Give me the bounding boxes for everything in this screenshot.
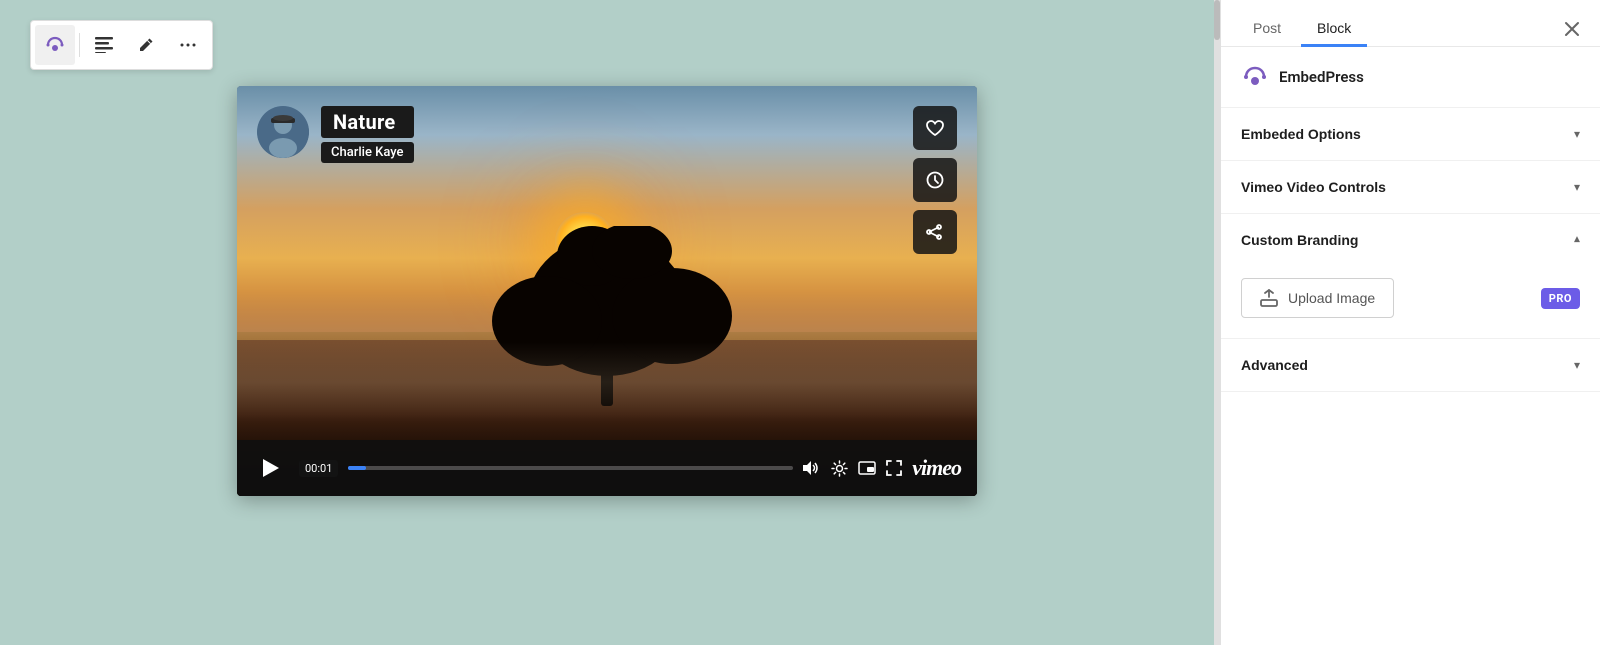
vimeo-controls-title: Vimeo Video Controls <box>1241 179 1386 195</box>
tabs-container: Post Block <box>1237 12 1367 46</box>
watch-later-button[interactable] <box>913 158 957 202</box>
video-embed: Nature Charlie Kaye <box>237 86 977 496</box>
block-toolbar <box>30 20 213 70</box>
advanced-section: Advanced ▾ <box>1221 339 1600 392</box>
upload-icon <box>1260 289 1278 307</box>
chevron-down-icon-3: ▾ <box>1574 358 1580 372</box>
block-tab[interactable]: Block <box>1301 12 1367 47</box>
vimeo-controls-toggle[interactable]: Vimeo Video Controls ▾ <box>1221 161 1600 213</box>
control-icons: vimeo <box>803 455 961 481</box>
video-info-overlay: Nature Charlie Kaye <box>257 106 414 163</box>
editor-area: Nature Charlie Kaye <box>0 0 1214 645</box>
align-button[interactable] <box>84 25 124 65</box>
close-button[interactable] <box>1560 17 1584 41</box>
ep-header: EmbedPress <box>1221 47 1600 108</box>
progress-fill <box>348 466 366 470</box>
fog-overlay <box>237 342 977 422</box>
pip-button[interactable] <box>858 461 876 475</box>
pro-badge: PRO <box>1541 288 1580 309</box>
toolbar-divider <box>79 33 80 57</box>
vimeo-logo: vimeo <box>912 455 961 481</box>
share-button[interactable] <box>913 210 957 254</box>
video-controls: 00:01 <box>237 440 977 496</box>
upload-image-label: Upload Image <box>1288 290 1375 306</box>
advanced-toggle[interactable]: Advanced ▾ <box>1221 339 1600 391</box>
vimeo-controls-section: Vimeo Video Controls ▾ <box>1221 161 1600 214</box>
embedpress-toolbar-icon[interactable] <box>35 25 75 65</box>
custom-branding-title: Custom Branding <box>1241 232 1358 248</box>
fullscreen-button[interactable] <box>886 460 902 476</box>
play-button[interactable] <box>253 450 289 486</box>
video-author: Charlie Kaye <box>321 142 414 163</box>
timestamp: 00:01 <box>299 460 338 477</box>
custom-branding-toggle[interactable]: Custom Branding ▾ <box>1221 214 1600 266</box>
sidebar-tabs: Post Block <box>1221 0 1600 47</box>
chevron-down-icon-2: ▾ <box>1574 180 1580 194</box>
advanced-title: Advanced <box>1241 357 1308 373</box>
upload-area: Upload Image PRO <box>1241 278 1580 318</box>
chevron-up-icon: ▾ <box>1574 233 1580 247</box>
like-button[interactable] <box>913 106 957 150</box>
video-title-block: Nature Charlie Kaye <box>321 106 414 163</box>
settings-button[interactable] <box>831 460 848 477</box>
scroll-indicator[interactable] <box>1214 0 1220 645</box>
video-title: Nature <box>321 106 414 138</box>
edit-button[interactable] <box>126 25 166 65</box>
embedded-options-toggle[interactable]: Embeded Options ▾ <box>1221 108 1600 160</box>
avatar <box>257 106 309 158</box>
post-tab[interactable]: Post <box>1237 12 1297 47</box>
embedded-options-section: Embeded Options ▾ <box>1221 108 1600 161</box>
video-actions <box>913 106 957 254</box>
ep-brand-title: EmbedPress <box>1279 68 1364 86</box>
more-options-button[interactable] <box>168 25 208 65</box>
progress-bar[interactable] <box>348 466 793 470</box>
sidebar: Post Block EmbedPress Embeded Options ▾ … <box>1220 0 1600 645</box>
custom-branding-body: Upload Image PRO <box>1221 266 1600 338</box>
video-thumbnail: Nature Charlie Kaye <box>237 86 977 496</box>
ep-logo-icon <box>1241 63 1269 91</box>
upload-image-button[interactable]: Upload Image <box>1241 278 1394 318</box>
embedded-options-title: Embeded Options <box>1241 126 1361 142</box>
custom-branding-section: Custom Branding ▾ Upload Image PRO <box>1221 214 1600 339</box>
chevron-down-icon: ▾ <box>1574 127 1580 141</box>
scroll-thumb <box>1214 0 1220 40</box>
volume-button[interactable] <box>803 460 821 476</box>
